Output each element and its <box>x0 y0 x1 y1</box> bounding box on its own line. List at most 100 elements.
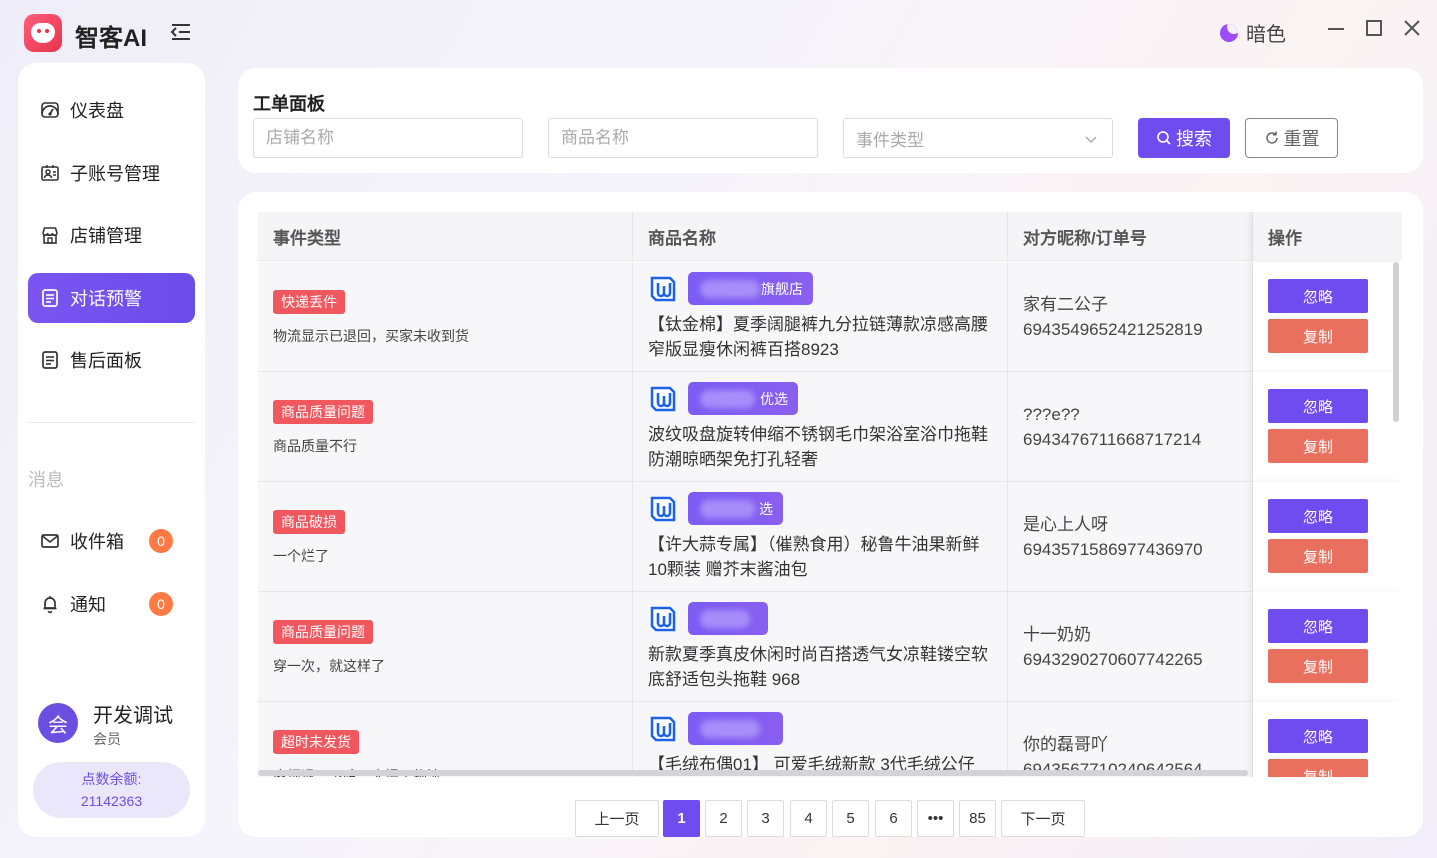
search-button[interactable]: 搜索 <box>1138 118 1230 158</box>
redacted-store-name <box>700 720 760 738</box>
sidebar-item-dashboard[interactable]: 仪表盘 <box>28 85 195 135</box>
shop-platform-icon <box>650 496 676 522</box>
table-header: 事件类型 商品名称 对方昵称/订单号 操作 <box>258 212 1402 261</box>
ignore-button[interactable]: 忽略 <box>1268 719 1368 753</box>
copy-button[interactable]: 复制 <box>1268 429 1368 463</box>
order-number: 6943290270607742265 <box>1023 650 1203 669</box>
horizontal-scrollbar[interactable] <box>258 770 1248 776</box>
sidebar-item-notifications[interactable]: 通知 0 <box>28 579 195 629</box>
page-button-3[interactable]: 3 <box>747 800 784 837</box>
page-button-85[interactable]: 85 <box>959 800 996 837</box>
theme-toggle-button[interactable]: 暗色 <box>1220 18 1286 47</box>
moon-icon <box>1220 23 1238 42</box>
sidebar-item-label: 收件箱 <box>70 532 124 552</box>
copy-button[interactable]: 复制 <box>1268 539 1368 573</box>
column-header-event-type: 事件类型 <box>258 212 633 261</box>
sidebar-item-inbox[interactable]: 收件箱 0 <box>28 516 195 566</box>
product-cell: 旗舰店 【钛金棉】夏季阔腿裤九分拉链薄款凉感高腰窄版显瘦休闲裤百搭8923 <box>633 262 1008 372</box>
work-order-table: 事件类型 商品名称 对方昵称/订单号 操作 快递丢件 物流显示已退回，买家未收到… <box>258 212 1402 777</box>
copy-button[interactable]: 复制 <box>1268 649 1368 683</box>
document-icon <box>42 289 58 307</box>
sidebar-item-label: 通知 <box>70 595 106 615</box>
points-balance: 点数余额: 21142363 <box>33 762 190 818</box>
points-value: 21142363 <box>80 793 143 809</box>
page-button-6[interactable]: 6 <box>875 800 912 837</box>
buyer-order-cell: 家有二公子 6943549652421252819 <box>1008 262 1253 372</box>
search-icon <box>1157 131 1171 145</box>
prev-page-button[interactable]: 上一页 <box>575 800 659 837</box>
sidebar: 仪表盘 子账号管理 店铺管理 对话预警 售后面板 消息 收件箱 0 通知 0 会… <box>18 63 205 837</box>
sidebar-divider <box>28 422 195 423</box>
event-description: 商品质量不行 <box>273 438 357 454</box>
event-tag: 快递丢件 <box>273 290 345 314</box>
chevron-down-icon <box>1085 136 1097 144</box>
store-name-suffix: 优选 <box>760 390 788 407</box>
actions-cell: 忽略 复制 <box>1253 702 1402 777</box>
event-type-cell: 超时未发货 麻烦退一下哈，太慢了物流 <box>258 702 633 777</box>
user-name: 开发调试 <box>93 705 173 727</box>
table-panel: 事件类型 商品名称 对方昵称/订单号 操作 快递丢件 物流显示已退回，买家未收到… <box>238 192 1423 837</box>
shop-platform-icon <box>650 606 676 632</box>
copy-button[interactable]: 复制 <box>1268 759 1368 777</box>
notification-count-badge: 0 <box>149 592 173 616</box>
avatar[interactable]: 会 <box>38 703 78 743</box>
shop-platform-icon <box>650 386 676 412</box>
product-name: 新款夏季真皮休闲时尚百搭透气女凉鞋镂空软底舒适包头拖鞋 968 <box>648 645 988 689</box>
page-button-5[interactable]: 5 <box>832 800 869 837</box>
event-type-select[interactable]: 事件类型 <box>843 118 1113 158</box>
product-cell: 优选 波纹吸盘旋转伸缩不锈钢毛巾架浴室浴巾拖鞋防潮晾晒架免打孔轻奢 <box>633 372 1008 482</box>
ignore-button[interactable]: 忽略 <box>1268 499 1368 533</box>
sidebar-item-stores[interactable]: 店铺管理 <box>28 210 195 260</box>
event-tag: 商品质量问题 <box>273 400 373 424</box>
product-name-input[interactable] <box>548 118 818 158</box>
points-label: 点数余额: <box>81 771 142 787</box>
column-header-buyer-order: 对方昵称/订单号 <box>1008 212 1253 261</box>
copy-button[interactable]: 复制 <box>1268 319 1368 353</box>
inbox-count-badge: 0 <box>149 529 173 553</box>
buyer-nickname: 是心上人呀 <box>1023 515 1108 534</box>
actions-cell: 忽略 复制 <box>1253 482 1402 592</box>
buyer-nickname: 你的磊哥吖 <box>1023 735 1108 754</box>
event-tag: 商品破损 <box>273 510 345 534</box>
close-icon[interactable] <box>1402 18 1422 38</box>
page-ellipsis-button[interactable]: ••• <box>917 800 954 837</box>
actions-cell: 忽略 复制 <box>1253 262 1402 372</box>
event-type-cell: 商品质量问题 商品质量不行 <box>258 372 633 482</box>
page-button-2[interactable]: 2 <box>705 800 742 837</box>
ignore-button[interactable]: 忽略 <box>1268 279 1368 313</box>
sidebar-item-sub-accounts[interactable]: 子账号管理 <box>28 148 195 198</box>
buyer-info: 家有二公子 6943549652421252819 <box>1023 292 1203 342</box>
event-type-cell: 快递丢件 物流显示已退回，买家未收到货 <box>258 262 633 372</box>
page-button-4[interactable]: 4 <box>790 800 827 837</box>
product-name: 【钛金棉】夏季阔腿裤九分拉链薄款凉感高腰窄版显瘦休闲裤百搭8923 <box>648 315 988 359</box>
shop-name-input[interactable] <box>253 118 523 158</box>
page-button-1[interactable]: 1 <box>663 800 700 837</box>
vertical-scrollbar[interactable] <box>1393 262 1399 422</box>
event-type-cell: 商品破损 一个烂了 <box>258 482 633 592</box>
next-page-button[interactable]: 下一页 <box>1001 800 1085 837</box>
collapse-menu-icon[interactable] <box>170 22 192 42</box>
buyer-info: ???e?? 6943476711668717214 <box>1023 402 1201 452</box>
event-description: 物流显示已退回，买家未收到货 <box>273 328 469 344</box>
shop-platform-icon <box>650 716 676 742</box>
column-header-actions: 操作 <box>1253 212 1402 261</box>
product-cell: 【毛绒布偶01】 可爱毛绒新款 3代毛绒公仔 <box>633 702 1008 777</box>
event-description: 穿一次，就这样了 <box>273 658 385 674</box>
search-button-label: 搜索 <box>1176 129 1212 149</box>
ignore-button[interactable]: 忽略 <box>1268 389 1368 423</box>
reset-button-label: 重置 <box>1283 129 1320 149</box>
actions-cell: 忽略 复制 <box>1253 372 1402 482</box>
reset-button[interactable]: 重置 <box>1245 118 1338 158</box>
store-icon <box>42 227 58 244</box>
redacted-store-name <box>700 500 755 518</box>
messages-section-label: 消息 <box>28 470 64 490</box>
event-type-cell: 商品质量问题 穿一次，就这样了 <box>258 592 633 702</box>
sidebar-item-chat-alerts[interactable]: 对话预警 <box>28 273 195 323</box>
product-name: 波纹吸盘旋转伸缩不锈钢毛巾架浴室浴巾拖鞋防潮晾晒架免打孔轻奢 <box>648 425 988 469</box>
minimize-icon[interactable] <box>1326 18 1346 38</box>
ignore-button[interactable]: 忽略 <box>1268 609 1368 643</box>
user-role: 会员 <box>93 731 121 747</box>
maximize-icon[interactable] <box>1364 18 1384 38</box>
store-name-pill: 选 <box>688 492 783 525</box>
sidebar-item-after-sales[interactable]: 售后面板 <box>28 335 195 385</box>
